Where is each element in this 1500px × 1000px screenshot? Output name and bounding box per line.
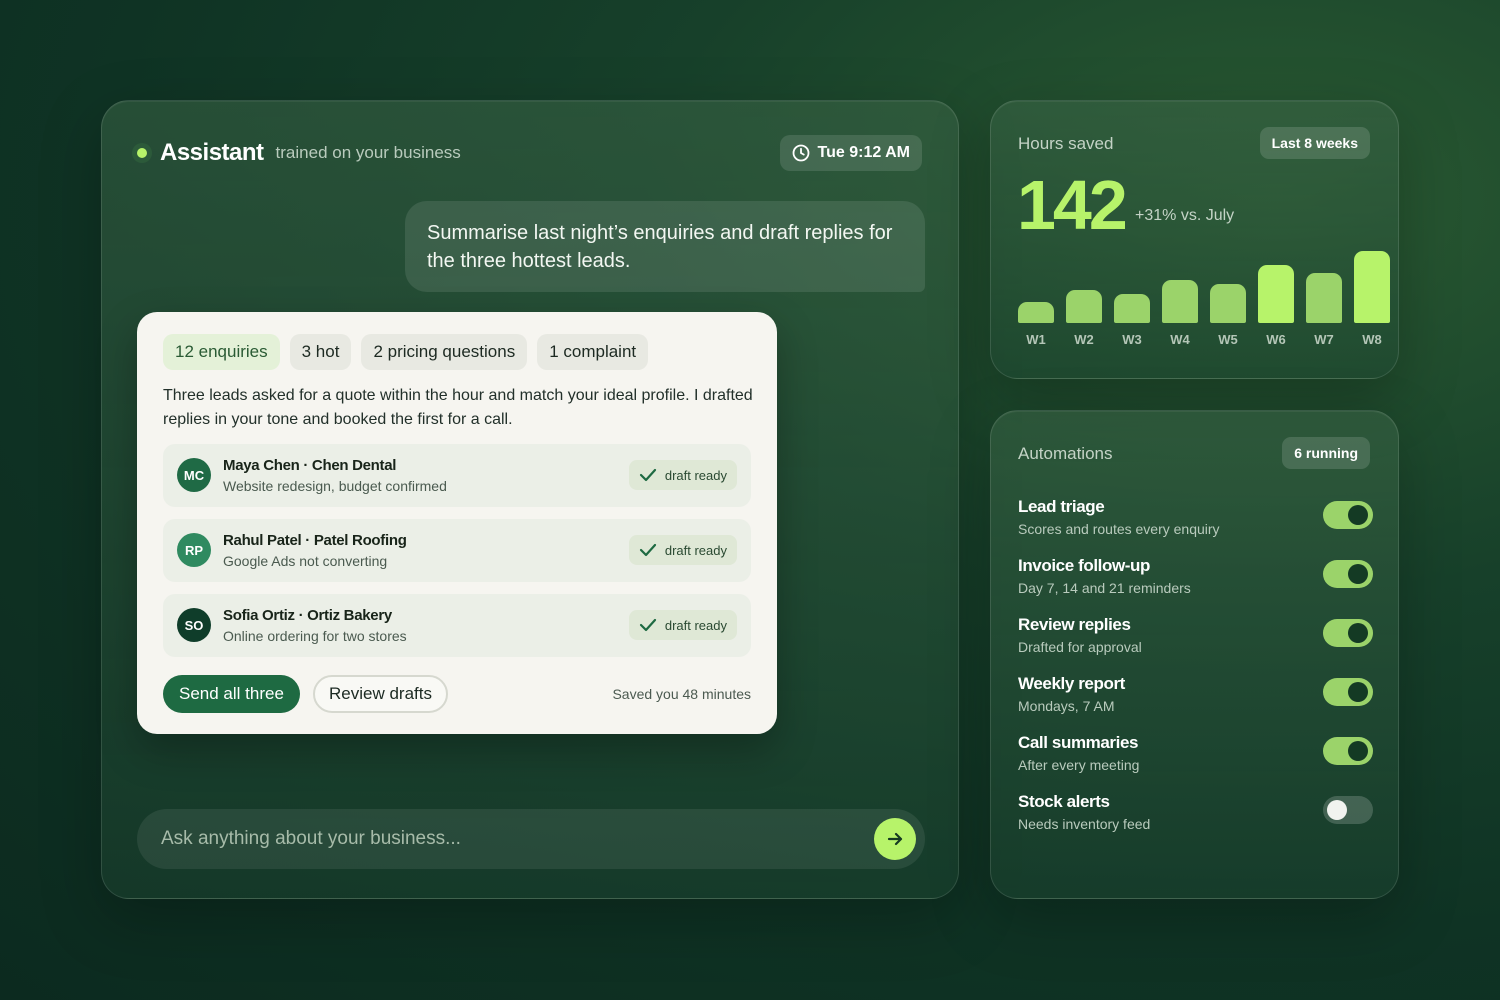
automation-toggle[interactable] (1323, 619, 1373, 647)
bar-w4 (1162, 280, 1198, 323)
time-label: Tue 9:12 AM (817, 144, 910, 161)
range-selector[interactable]: Last 8 weeks (1259, 127, 1370, 159)
chip-complaint[interactable]: 1 complaint (537, 334, 649, 370)
chip-pricing[interactable]: 2 pricing questions (361, 334, 528, 370)
assistant-header: Assistant trained on your business (132, 139, 461, 167)
reply-summary: Three leads asked for a quote within the… (163, 387, 753, 428)
online-status-icon (132, 143, 152, 163)
automation-invoice-follow-up: Invoice follow-up Day 7, 14 and 21 remin… (1018, 556, 1373, 606)
review-drafts-button[interactable]: Review drafts (313, 675, 448, 713)
bar-label-w7: W7 (1314, 332, 1334, 347)
automation-call-summaries: Call summaries After every meeting (1018, 733, 1373, 783)
assistant-title: Assistant (160, 139, 264, 166)
draft-status-label: draft ready (664, 542, 727, 558)
bar-w3 (1114, 294, 1150, 323)
bar-label-w1: W1 (1026, 332, 1046, 347)
bar-label-w6: W6 (1266, 332, 1286, 347)
automation-description: Scores and routes every enquiry (1018, 521, 1220, 537)
check-icon (639, 468, 656, 482)
check-icon (639, 543, 656, 557)
toggle-knob (1327, 800, 1347, 820)
draft-status-badge: draft ready (628, 460, 737, 490)
toggle-knob (1348, 741, 1368, 761)
toggle-knob (1348, 505, 1368, 525)
avatar: SO (177, 608, 211, 642)
automation-description: After every meeting (1018, 757, 1140, 773)
check-icon (639, 618, 656, 632)
draft-status-label: draft ready (664, 617, 727, 633)
bar-label-w4: W4 (1170, 332, 1190, 347)
automation-toggle[interactable] (1323, 501, 1373, 529)
hours-bar-chart (1018, 251, 1391, 323)
clock-icon (792, 144, 809, 162)
bar-label-w2: W2 (1074, 332, 1094, 347)
bar-label-w8: W8 (1362, 332, 1382, 347)
automation-name: Weekly report (1018, 674, 1125, 693)
lead-row[interactable]: RP Rahul Patel · Patel Roofing Google Ad… (163, 519, 751, 582)
toggle-knob (1348, 623, 1368, 643)
automation-description: Needs inventory feed (1018, 816, 1151, 832)
automation-review-replies: Review replies Drafted for approval (1018, 615, 1373, 665)
automation-toggle[interactable] (1323, 796, 1373, 824)
lead-description: Online ordering for two stores (223, 628, 407, 644)
user-message: Summarise last night’s enquiries and dra… (405, 201, 925, 292)
automation-toggle[interactable] (1323, 678, 1373, 706)
automation-name: Invoice follow-up (1018, 556, 1151, 575)
lead-description: Google Ads not converting (223, 553, 388, 569)
chip-hot[interactable]: 3 hot (289, 334, 352, 370)
lead-name: Maya Chen · Chen Dental (223, 457, 397, 474)
automation-stock-alerts: Stock alerts Needs inventory feed (1018, 792, 1373, 842)
automation-toggle[interactable] (1323, 560, 1373, 588)
bar-w1 (1018, 302, 1054, 323)
automation-toggle[interactable] (1323, 737, 1373, 765)
automation-weekly-report: Weekly report Mondays, 7 AM (1018, 674, 1373, 724)
draft-status-label: draft ready (664, 467, 727, 483)
lead-row[interactable]: MC Maya Chen · Chen Dental Website redes… (163, 444, 751, 507)
ask-bar (137, 809, 925, 869)
arrow-right-icon (887, 832, 903, 846)
avatar: RP (177, 533, 211, 567)
chip-enquiries[interactable]: 12 enquiries (163, 334, 280, 370)
running-count-badge: 6 running (1282, 437, 1370, 469)
lead-name: Sofia Ortiz · Ortiz Bakery (223, 607, 392, 624)
send-button[interactable] (874, 818, 916, 860)
automations-panel: Automations 6 running Lead triage Scores… (990, 410, 1399, 899)
lead-description: Website redesign, budget confirmed (223, 478, 447, 494)
bar-w2 (1066, 290, 1102, 323)
bar-label-w3: W3 (1122, 332, 1142, 347)
hours-saved-title: Hours saved (1018, 134, 1114, 153)
assistant-subtitle: trained on your business (275, 143, 461, 162)
automation-name: Review replies (1018, 615, 1131, 634)
draft-status-badge: draft ready (628, 535, 737, 565)
bar-w7 (1306, 273, 1342, 323)
assistant-panel: Assistant trained on your business Tue 9… (101, 100, 959, 899)
toggle-knob (1348, 682, 1368, 702)
hours-saved-panel: Hours saved Last 8 weeks 142 +31% vs. Ju… (990, 100, 1399, 379)
avatar: MC (177, 458, 211, 492)
bar-w6 (1258, 265, 1294, 323)
hours-delta: +31% vs. July (1135, 207, 1235, 224)
automation-description: Mondays, 7 AM (1018, 698, 1115, 714)
automation-lead-triage: Lead triage Scores and routes every enqu… (1018, 497, 1373, 547)
draft-status-badge: draft ready (628, 610, 737, 640)
automation-name: Stock alerts (1018, 792, 1110, 811)
time-saved-note: Saved you 48 minutes (612, 686, 751, 702)
lead-name: Rahul Patel · Patel Roofing (223, 532, 407, 549)
hours-saved-value: 142 (1017, 166, 1128, 244)
automation-name: Lead triage (1018, 497, 1105, 516)
automation-description: Day 7, 14 and 21 reminders (1018, 580, 1191, 596)
automation-description: Drafted for approval (1018, 639, 1142, 655)
assistant-reply-card: 12 enquiries 3 hot 2 pricing questions 1… (137, 312, 777, 734)
automation-name: Call summaries (1018, 733, 1139, 752)
bar-w8 (1354, 251, 1390, 323)
send-all-button[interactable]: Send all three (163, 675, 300, 713)
toggle-knob (1348, 564, 1368, 584)
bar-label-w5: W5 (1218, 332, 1238, 347)
lead-row[interactable]: SO Sofia Ortiz · Ortiz Bakery Online ord… (163, 594, 751, 657)
time-chip: Tue 9:12 AM (779, 135, 922, 171)
bar-w5 (1210, 284, 1246, 323)
ask-input[interactable] (161, 809, 851, 869)
automations-title: Automations (1018, 444, 1113, 463)
summary-chips: 12 enquiries 3 hot 2 pricing questions 1… (163, 334, 658, 370)
